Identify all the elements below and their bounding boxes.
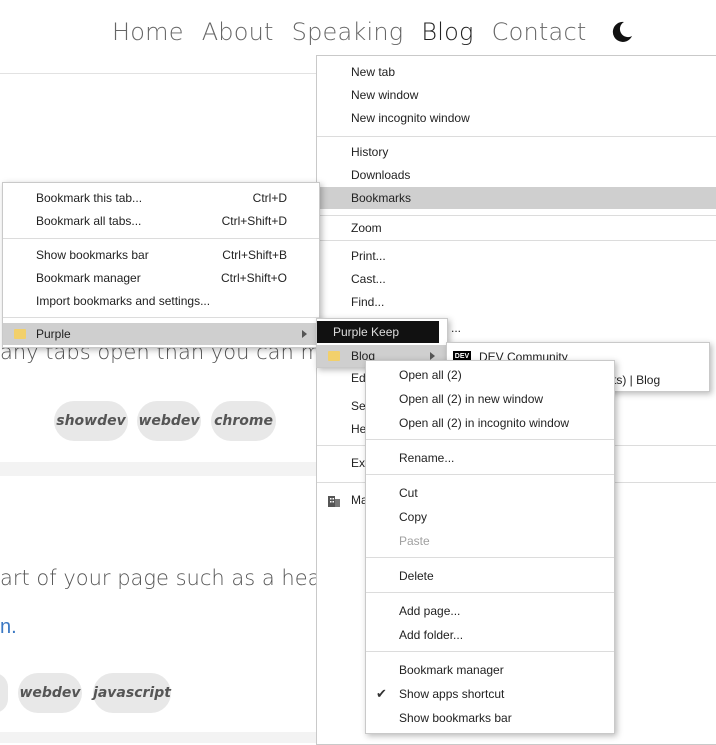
menu-separator (366, 474, 614, 475)
article-excerpt-2: art of your page such as a hea (0, 566, 321, 590)
card-divider-2 (0, 732, 320, 743)
bookmarks-submenu: Bookmark this tab... Ctrl+D Bookmark all … (2, 182, 320, 348)
folder-context-menu: Open all (2) Open all (2) in new window … (365, 360, 615, 734)
site-nav: Home About Speaking Blog Contact (112, 18, 634, 46)
ctx-bookmark-manager[interactable]: Bookmark manager (366, 659, 614, 681)
tag-chrome[interactable]: chrome (211, 401, 276, 441)
menu-new-tab[interactable]: New tab (317, 61, 716, 83)
ctx-show-apps-shortcut[interactable]: ✔ Show apps shortcut (366, 683, 614, 705)
read-more-link[interactable]: n. (0, 616, 17, 639)
purple-keep-item[interactable]: Purple Keep (317, 321, 439, 343)
bookmark-this-tab[interactable]: Bookmark this tab... Ctrl+D (3, 187, 319, 209)
chevron-right-icon (302, 330, 307, 338)
menu-separator (366, 557, 614, 558)
nav-home[interactable]: Home (112, 18, 184, 46)
ctx-add-folder[interactable]: Add folder... (366, 624, 614, 646)
menu-new-window[interactable]: New window (317, 84, 716, 106)
menu-separator (317, 240, 716, 241)
header-divider (0, 73, 320, 74)
folder-icon (328, 351, 340, 361)
folder-purple[interactable]: Purple (3, 323, 319, 345)
tag-showdev[interactable]: showdev (54, 401, 128, 441)
menu-cast[interactable]: Cast... (317, 268, 716, 290)
menu-downloads[interactable]: Downloads (317, 164, 716, 186)
ctx-open-all-incognito[interactable]: Open all (2) in incognito window (366, 412, 614, 434)
ctx-open-all-new-window[interactable]: Open all (2) in new window (366, 388, 614, 410)
nav-blog[interactable]: Blog (421, 18, 473, 46)
ctx-show-bookmarks-bar[interactable]: Show bookmarks bar (366, 707, 614, 729)
menu-bookmarks[interactable]: Bookmarks (317, 187, 716, 209)
purple-trailing: ... (450, 321, 461, 335)
bookmark-manager[interactable]: Bookmark manager Ctrl+Shift+O (3, 267, 319, 289)
menu-zoom[interactable]: Zoom (317, 217, 716, 239)
nav-contact[interactable]: Contact (492, 18, 587, 46)
ctx-delete[interactable]: Delete (366, 565, 614, 587)
show-bookmarks-bar[interactable]: Show bookmarks bar Ctrl+Shift+B (3, 244, 319, 266)
menu-new-incognito[interactable]: New incognito window (317, 107, 716, 129)
nav-about[interactable]: About (202, 18, 274, 46)
card-divider (0, 462, 320, 476)
menu-separator (317, 215, 716, 216)
chevron-right-icon (430, 352, 435, 360)
import-bookmarks[interactable]: Import bookmarks and settings... (3, 290, 319, 312)
menu-separator (366, 439, 614, 440)
tag-webdev[interactable]: webdev (137, 401, 201, 441)
folder-icon (14, 329, 26, 339)
bookmark-all-tabs[interactable]: Bookmark all tabs... Ctrl+Shift+D (3, 210, 319, 232)
menu-history[interactable]: History (317, 141, 716, 163)
ctx-open-all[interactable]: Open all (2) (366, 364, 614, 386)
menu-separator (317, 136, 716, 137)
tag-javascript[interactable]: javascript (93, 673, 171, 713)
building-icon (327, 493, 341, 515)
check-icon: ✔ (376, 686, 387, 701)
ctx-cut[interactable]: Cut (366, 482, 614, 504)
ctx-rename[interactable]: Rename... (366, 447, 614, 469)
ctx-copy[interactable]: Copy (366, 506, 614, 528)
moon-icon[interactable] (610, 20, 634, 44)
menu-separator (3, 238, 319, 239)
ctx-paste: Paste (399, 534, 430, 548)
menu-print[interactable]: Print... (317, 245, 716, 267)
menu-separator (3, 317, 319, 318)
tag-partial[interactable] (0, 673, 8, 713)
menu-separator (366, 651, 614, 652)
tag-webdev-2[interactable]: webdev (18, 673, 82, 713)
menu-find[interactable]: Find... (317, 291, 716, 313)
nav-speaking[interactable]: Speaking (292, 18, 404, 46)
ctx-add-page[interactable]: Add page... (366, 600, 614, 622)
menu-separator (366, 592, 614, 593)
